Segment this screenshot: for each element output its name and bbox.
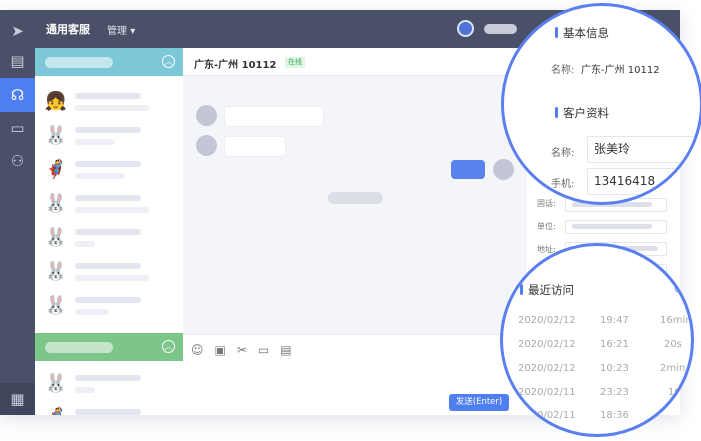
- tel-label: 固话:: [537, 199, 556, 208]
- contacts-icon[interactable]: ▤: [0, 44, 35, 78]
- zoom-circle-info: 基本信息 名称: 广东-广州 10112 客户资料 名称: 张美玲 手机: 13…: [501, 3, 701, 205]
- scissors-icon[interactable]: ✂: [237, 343, 247, 357]
- system-message: [328, 192, 383, 204]
- apps-icon[interactable]: ▦: [0, 383, 35, 415]
- agent-avatar: [493, 159, 514, 180]
- phone-label: 手机:: [551, 179, 575, 190]
- emoji-icon[interactable]: ☺: [191, 343, 204, 357]
- send-icon[interactable]: ➤: [0, 14, 35, 48]
- avatar: 🐰: [44, 373, 68, 394]
- chat-title: 广东-广州 10112: [194, 60, 277, 71]
- list-item[interactable]: 🐰: [35, 288, 183, 322]
- toolbar: ☺ ▣ ✂ ▭ ▤: [191, 343, 292, 357]
- avatar: 👧: [44, 91, 68, 112]
- company-label: 单位:: [537, 222, 556, 231]
- headset-icon[interactable]: ☊: [0, 78, 35, 112]
- team-icon[interactable]: ⚇: [0, 144, 35, 178]
- sidebar: ➤ ▤ ☊ ▭ ⚇ ▦: [0, 10, 35, 415]
- chevron-down-icon: ▾: [130, 26, 136, 37]
- zoom-circle-recent: 最近访问 ↻ 2020/02/12 19:47 16min 2020/02/12 16…: [500, 243, 694, 437]
- group-title-placeholder: [45, 57, 113, 68]
- avatar: 🐰: [44, 125, 68, 146]
- chat-header: 广东-广州 10112 在线: [183, 48, 527, 76]
- avatar: 🐰: [44, 227, 68, 248]
- avatar: 🐰: [44, 295, 68, 316]
- agent-message-bubble: [451, 160, 485, 179]
- message-bubble: [224, 106, 324, 127]
- chat-icon[interactable]: ▭: [0, 111, 35, 145]
- list-item[interactable]: 🐰: [35, 118, 183, 152]
- avatar: 🦸: [44, 159, 68, 180]
- visitor-avatar: [196, 105, 217, 126]
- phone-field[interactable]: 13416418: [587, 168, 700, 195]
- contact-list: ︿ 👧 🐰 🦸 🐰 🐰 🐰 🐰 ︿ 🐰 🦸: [35, 48, 184, 415]
- basic-info-title: 基本信息: [555, 26, 609, 40]
- note-icon[interactable]: ▤: [280, 343, 291, 357]
- chat-panel: 广东-广州 10112 在线 ☺ ▣ ✂ ▭ ▤ 发送(Enter): [183, 48, 527, 415]
- send-button[interactable]: 发送(Enter): [449, 394, 509, 411]
- avatar: 🐰: [44, 261, 68, 282]
- name-label: 名称:: [551, 65, 575, 76]
- visitor-avatar: [196, 135, 217, 156]
- company-field[interactable]: [565, 220, 667, 234]
- message-bubble: [224, 136, 286, 157]
- group-title-placeholder: [45, 342, 113, 353]
- image-icon[interactable]: ▣: [215, 343, 226, 357]
- list-item[interactable]: 👧: [35, 84, 183, 118]
- avatar: 🐰: [44, 193, 68, 214]
- list-item[interactable]: 🐰: [35, 220, 183, 254]
- manage-menu[interactable]: 管理 ▾: [107, 22, 135, 37]
- status-badge: 在线: [285, 57, 305, 68]
- list-item[interactable]: 🦸: [35, 152, 183, 186]
- profile-title: 客户资料: [555, 106, 609, 120]
- video-icon[interactable]: ▭: [258, 343, 269, 357]
- brand-title: 通用客服: [46, 23, 90, 36]
- refresh-icon[interactable]: ↻: [673, 282, 683, 296]
- profile-name-field[interactable]: 张美玲: [587, 136, 700, 163]
- user-name-placeholder[interactable]: [484, 24, 517, 34]
- recent-visits-title: 最近访问: [520, 283, 574, 297]
- list-item[interactable]: 🦸: [35, 400, 183, 415]
- list-item[interactable]: 🐰: [35, 366, 183, 400]
- collapse-icon[interactable]: ︿: [162, 340, 175, 353]
- user-avatar[interactable]: [457, 20, 474, 37]
- group-header-online[interactable]: ︿: [35, 48, 183, 76]
- list-item[interactable]: 🐰: [35, 254, 183, 288]
- avatar: 🦸: [44, 406, 68, 415]
- name-value: 广东-广州 10112: [581, 65, 660, 76]
- collapse-icon[interactable]: ︿: [162, 55, 175, 68]
- profile-name-label: 名称:: [551, 148, 575, 159]
- list-item[interactable]: 🐰: [35, 186, 183, 220]
- group-header-offline[interactable]: ︿: [35, 333, 183, 361]
